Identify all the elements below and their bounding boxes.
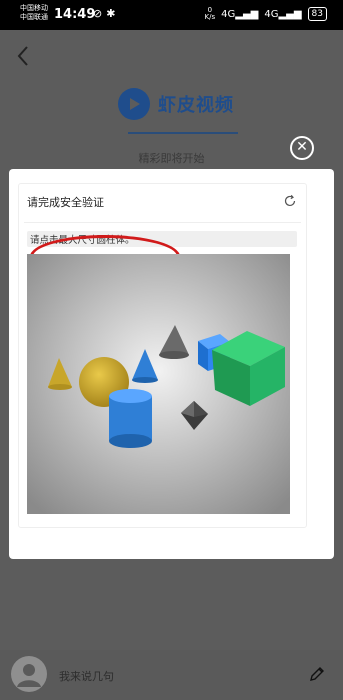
status-bar: 中国移动 中国联通 14:49 ⊘✱ 0 K/s 4G▂▄▆ 4G▂▄▆ 83 [0,0,343,30]
signal-2-icon: 4G▂▄▆ [264,8,302,20]
notification-icons: ⊘✱ [93,7,119,20]
card-divider [24,222,301,223]
edit-icon[interactable] [308,665,326,683]
bluetooth-icon: ✱ [106,7,120,20]
back-arrow-icon[interactable] [14,44,34,68]
brand-name: 虾皮视频 [158,95,234,116]
battery-icon: 83 [307,7,327,21]
status-right: 0 K/s 4G▂▄▆ 4G▂▄▆ 83 [205,7,327,21]
captcha-title: 请完成安全验证 [27,196,104,209]
comment-input[interactable]: 我来说几句 [59,668,114,684]
blue-cylinder[interactable] [109,389,152,448]
net-speed: 0 K/s [204,6,216,21]
play-icon [118,88,150,120]
captcha-modal: 请完成安全验证 请点击最大尺寸圆柱体。 [9,169,334,559]
captcha-image[interactable] [27,254,290,514]
comment-bar [0,650,343,700]
close-icon[interactable]: ✕ [290,136,314,160]
signal-1-icon: 4G▂▄▆ [221,8,259,20]
carrier-labels: 中国移动 中国联通 [20,4,48,22]
avatar-icon[interactable] [11,656,47,692]
captcha-card: 请完成安全验证 请点击最大尺寸圆柱体。 [18,183,307,528]
brand-underline [128,132,238,134]
alarm-icon: ⊘ [93,7,107,20]
refresh-icon[interactable] [283,194,297,208]
carrier-2: 中国联通 [20,13,48,21]
carrier-1: 中国移动 [20,4,48,12]
brand-logo: 虾皮视频 [118,88,234,120]
clock: 14:49 [54,7,96,22]
